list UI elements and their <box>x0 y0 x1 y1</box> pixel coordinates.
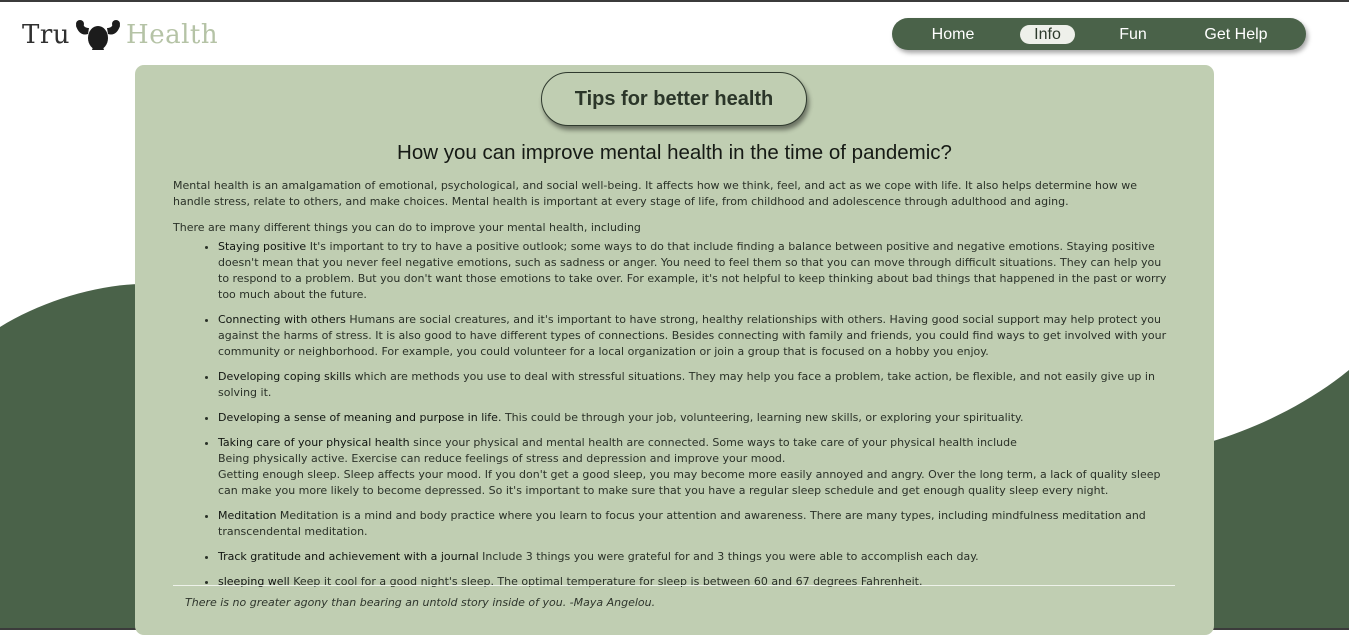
list-item: Connecting with others Humans are social… <box>218 312 1173 360</box>
footer-quote: There is no greater agony than bearing a… <box>185 596 656 609</box>
nav-get-help[interactable]: Get Help <box>1192 25 1280 44</box>
tip-title: Staying positive <box>218 240 307 253</box>
list-item: Developing coping skills which are metho… <box>218 369 1173 401</box>
tip-subline: Being physically active. Exercise can re… <box>218 452 786 465</box>
tip-text: This could be through your job, voluntee… <box>504 411 1024 424</box>
list-item: Meditation Meditation is a mind and body… <box>218 508 1173 540</box>
tip-text: Humans are social creatures, and it's im… <box>218 313 1167 358</box>
tip-text: since your physical and mental health ar… <box>413 436 1017 449</box>
tip-text: Include 3 things you were grateful for a… <box>482 550 979 563</box>
tip-title: Developing a sense of meaning and purpos… <box>218 411 502 424</box>
tip-text: It's important to try to have a positive… <box>218 240 1167 301</box>
list-item: Taking care of your physical health sinc… <box>218 435 1173 499</box>
tip-title: sleeping well <box>218 575 290 588</box>
tip-text: Meditation is a mind and body practice w… <box>218 509 1146 538</box>
article-body: Mental health is an amalgamation of emot… <box>173 178 1173 599</box>
section-heading: How you can improve mental health in the… <box>397 141 952 164</box>
header: Tru Health Home Info Fun Get Help <box>0 2 1349 66</box>
tip-subline: Getting enough sleep. Sleep affects your… <box>218 468 1161 497</box>
tip-title: Developing coping skills <box>218 370 352 383</box>
tip-text: Keep it cool for a good night's sleep. T… <box>293 575 923 588</box>
logo-text-health: Health <box>126 20 219 50</box>
list-item: Staying positive It's important to try t… <box>218 239 1173 303</box>
page-title: Tips for better health <box>541 72 807 126</box>
flexing-arms-icon <box>76 20 121 50</box>
tip-title: Meditation <box>218 509 277 522</box>
nav-fun[interactable]: Fun <box>1107 25 1159 44</box>
list-item: Developing a sense of meaning and purpos… <box>218 410 1173 426</box>
list-item: Track gratitude and achievement with a j… <box>218 549 1173 565</box>
logo-text-tru: Tru <box>22 20 71 50</box>
content-card: Tips for better health How you can impro… <box>135 65 1214 635</box>
list-item: sleeping well Keep it cool for a good ni… <box>218 574 1173 590</box>
nav-home[interactable]: Home <box>922 25 984 44</box>
lead-paragraph: There are many different things you can … <box>173 221 641 234</box>
tip-title: Track gratitude and achievement with a j… <box>218 550 479 563</box>
tip-title: Taking care of your physical health <box>218 436 410 449</box>
main-navigation: Home Info Fun Get Help <box>892 18 1306 50</box>
nav-info[interactable]: Info <box>1020 25 1075 44</box>
intro-paragraph: Mental health is an amalgamation of emot… <box>173 179 1137 208</box>
tips-list: Staying positive It's important to try t… <box>173 239 1173 590</box>
divider <box>173 585 1175 586</box>
logo[interactable]: Tru Health <box>22 18 218 52</box>
tip-title: Connecting with others <box>218 313 346 326</box>
tip-text: which are methods you use to deal with s… <box>218 370 1155 399</box>
